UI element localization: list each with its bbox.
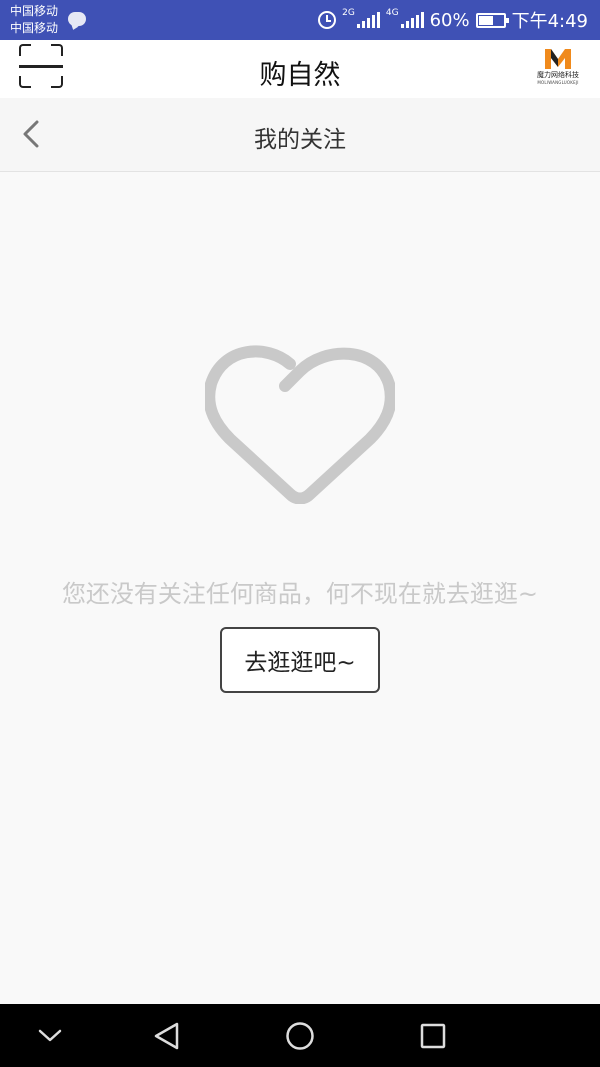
- page-header: 我的关注: [0, 98, 600, 172]
- carrier-1: 中国移动: [10, 4, 59, 18]
- home-circle-icon: [286, 1022, 314, 1050]
- logo-subtext: MOLIWANGLUOKEJI: [537, 80, 579, 85]
- heart-icon: [205, 345, 395, 504]
- clock: 下午4:49: [511, 11, 588, 32]
- nav-recents-button[interactable]: [416, 1019, 450, 1053]
- browse-button[interactable]: 去逛逛吧~: [220, 627, 380, 693]
- recents-square-icon: [420, 1023, 446, 1049]
- battery-level: [478, 15, 493, 25]
- company-logo: 魔力网络科技 MOLIWANGLUOKEJI: [530, 45, 586, 87]
- carrier-2: 中国移动: [10, 21, 59, 35]
- navigation-bar: [0, 1004, 600, 1067]
- empty-message: 您还没有关注任何商品，何不现在就去逛逛~: [61, 580, 539, 608]
- nav-back-button[interactable]: [150, 1019, 184, 1053]
- battery-icon: [475, 12, 509, 28]
- hide-nav-button[interactable]: [33, 1019, 67, 1053]
- page-title: 我的关注: [254, 127, 346, 153]
- status-bar: 中国移动 中国移动 2G 4G 60% 下午4:49: [0, 0, 600, 40]
- message-notification-icon: [68, 12, 86, 26]
- nav-home-button[interactable]: [283, 1019, 317, 1053]
- logo-icon: [545, 49, 571, 69]
- logo-text: 魔力网络科技: [537, 71, 579, 79]
- alarm-icon: [318, 11, 337, 29]
- network-type-1: 2G: [342, 8, 355, 18]
- carrier-info: 中国移动 中国移动: [10, 3, 58, 37]
- back-triangle-icon: [154, 1022, 179, 1050]
- signal-icon-2: [400, 12, 424, 28]
- network-type-2: 4G: [385, 8, 399, 18]
- battery-percent: 60%: [429, 9, 470, 31]
- chevron-down-icon: [38, 1029, 62, 1042]
- app-header: 购自然 魔力网络科技 MOLIWANGLUOKEJI: [0, 40, 600, 98]
- status-indicators: 2G 4G 60% 下午4:49: [318, 0, 588, 40]
- signal-icon-1: [356, 12, 380, 28]
- app-title: 购自然: [259, 60, 341, 91]
- empty-state: 您还没有关注任何商品，何不现在就去逛逛~ 去逛逛吧~: [0, 172, 600, 1004]
